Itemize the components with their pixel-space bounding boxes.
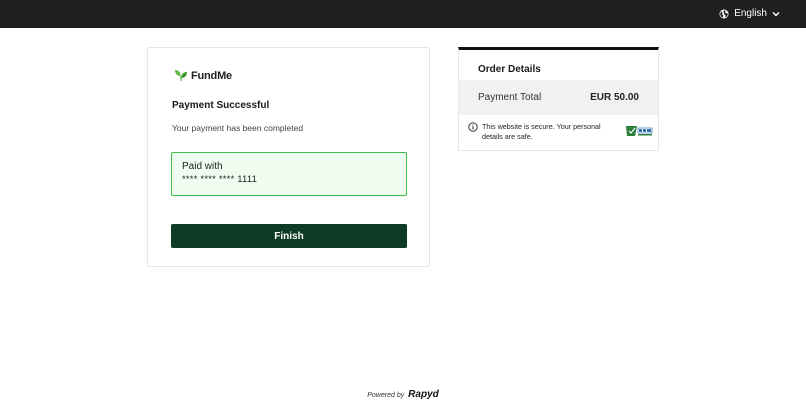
brand-name: FundMe xyxy=(191,69,232,82)
finish-button[interactable]: Finish xyxy=(171,224,407,248)
leaf-icon xyxy=(175,70,187,82)
pci-dss-badge-icon xyxy=(626,126,653,136)
masked-card-number: **** **** **** 1111 xyxy=(182,174,258,185)
payment-title: Payment Successful xyxy=(172,100,270,111)
top-bar: English xyxy=(0,0,806,28)
order-details-title: Order Details xyxy=(478,64,541,75)
order-details-card: Order Details Payment Total EUR 50.00 Th… xyxy=(458,47,659,151)
paid-with-box: Paid with **** **** **** 1111 xyxy=(171,152,407,196)
language-label: English xyxy=(734,8,767,19)
brand-logo: FundMe xyxy=(174,69,232,82)
chevron-down-icon xyxy=(772,11,780,16)
payment-status-card: FundMe Payment Successful Your payment h… xyxy=(147,47,430,267)
security-notice: This website is secure. Your personal de… xyxy=(468,122,653,142)
security-text: This website is secure. Your personal de… xyxy=(482,122,601,141)
info-icon xyxy=(468,122,478,132)
paid-with-label: Paid with xyxy=(182,161,223,172)
language-selector[interactable]: English xyxy=(719,8,780,19)
payment-total-label: Payment Total xyxy=(478,92,542,103)
payment-total-row: Payment Total EUR 50.00 xyxy=(459,80,658,115)
globe-icon xyxy=(719,9,729,18)
powered-by-label: Powered by xyxy=(367,392,405,399)
payment-total-value: EUR 50.00 xyxy=(590,92,639,103)
footer: Powered by Rapyd xyxy=(0,389,806,400)
rapyd-logo: Rapyd xyxy=(408,389,439,400)
payment-subtitle: Your payment has been completed xyxy=(172,123,304,133)
